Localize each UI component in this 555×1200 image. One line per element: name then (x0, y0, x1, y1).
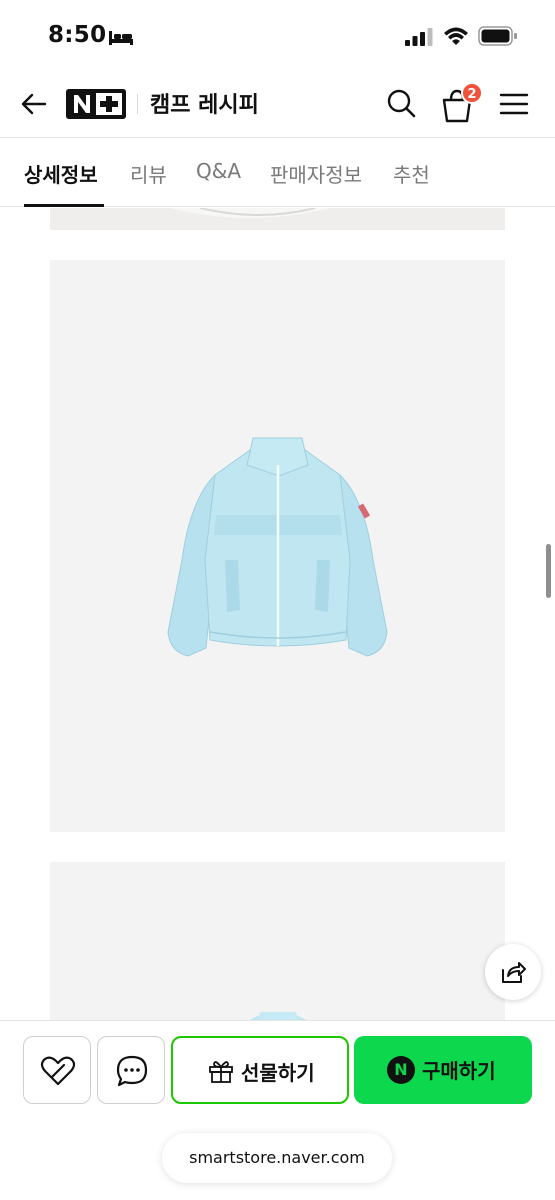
browser-url-bar[interactable]: smartstore.naver.com (162, 1133, 392, 1183)
product-image-second (50, 862, 505, 1020)
status-time: 8:50 (48, 22, 107, 48)
cart-button[interactable]: 2 (437, 82, 483, 126)
tab-reviews[interactable]: 리뷰 (130, 159, 167, 188)
product-image-jacket (50, 260, 505, 832)
tab-recommend[interactable]: 추천 (393, 159, 430, 188)
naver-pay-icon: N (387, 1056, 415, 1084)
menu-icon[interactable] (498, 88, 530, 120)
header-divider (137, 94, 138, 114)
back-icon[interactable] (18, 88, 50, 120)
tab-details[interactable]: 상세정보 (24, 159, 98, 188)
share-button[interactable] (485, 944, 541, 1000)
app-header: 캠프 레시피 2 (0, 74, 555, 138)
heart-icon (40, 1056, 76, 1086)
chat-button[interactable] (97, 1036, 165, 1104)
signal-icon (405, 28, 433, 46)
battery-icon (478, 26, 517, 46)
scrollbar-thumb[interactable] (546, 544, 551, 598)
status-bar: 8:50 (0, 0, 555, 74)
naver-plus-logo[interactable] (66, 89, 126, 119)
bottom-action-bar: 선물하기 N 구매하기 smartstore.naver.com (0, 1020, 555, 1200)
wishlist-button[interactable] (23, 1036, 91, 1104)
bed-icon (109, 31, 133, 45)
buy-button-label: 구매하기 (422, 1059, 496, 1083)
tab-qna[interactable]: Q&A (196, 159, 241, 183)
wifi-icon (444, 27, 468, 45)
search-icon[interactable] (383, 85, 419, 121)
chat-icon (116, 1055, 148, 1087)
share-icon (502, 962, 526, 983)
tab-seller-info[interactable]: 판매자정보 (270, 159, 362, 188)
store-name[interactable]: 캠프 레시피 (150, 87, 259, 119)
cart-count-badge: 2 (461, 82, 483, 104)
buy-button[interactable]: N 구매하기 (354, 1036, 532, 1104)
active-tab-indicator (24, 204, 104, 207)
gift-button[interactable]: 선물하기 (171, 1036, 349, 1104)
detail-tabs: 상세정보 리뷰 Q&A 판매자정보 추천 (0, 139, 555, 207)
gift-icon (209, 1061, 233, 1083)
gift-button-label: 선물하기 (241, 1061, 315, 1085)
product-image-partial-top (50, 208, 505, 230)
product-detail-content[interactable] (0, 208, 555, 1020)
jacket-illustration (167, 437, 388, 657)
